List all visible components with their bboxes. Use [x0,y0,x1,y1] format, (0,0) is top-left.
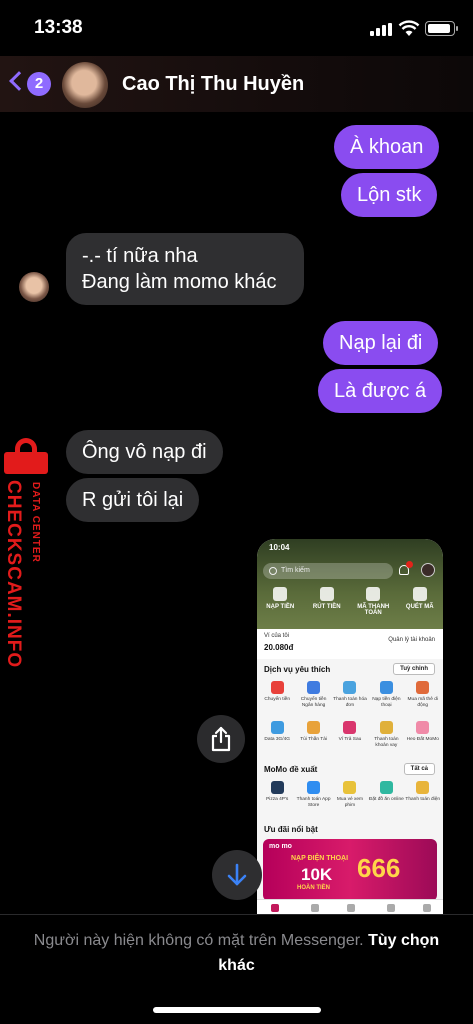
fav-grid-row: Data 3G/4G Túi Thần Tài Ví Trả Sau Thanh… [259,721,441,749]
message-incoming[interactable]: R gửi tôi lại [66,478,200,522]
transfer-icon [270,681,284,694]
image-status-time: 10:04 [269,543,290,552]
promo-banner: mo mo NẠP ĐIỆN THOẠI 10K HOÀN TIỀN 666 [263,839,437,901]
fav-button: Tuỳ chỉnh [393,663,435,675]
phone-topup-icon [379,681,393,694]
card-icon [416,681,430,694]
suggest-title: MoMo đề xuất [264,765,318,774]
chevron-left-icon [9,71,29,91]
fav-title: Dịch vụ yêu thích [264,665,331,674]
electric-icon [416,781,430,794]
paylater-icon [343,721,357,734]
contact-name[interactable]: Cao Thị Thu Huyền [122,73,304,96]
unavailable-notice: Người này hiện không có mặt trên Messeng… [20,928,453,978]
image-action: RÚT TIỀN [304,587,351,616]
chat-header: 2 Cao Thị Thu Huyền [0,56,473,112]
bank-icon [307,681,321,694]
image-search-bar: Tìm kiếm [263,563,393,579]
bill-icon [343,681,357,694]
account-manage: Quản lý tài khoản [388,637,435,643]
notification-dot [406,561,413,568]
image-profile-icon [421,563,435,577]
notice-text: Người này hiện không có mặt trên Messeng… [33,932,364,949]
message-outgoing[interactable]: Nạp lại đi [323,321,439,365]
suggest-button: Tất cả [403,763,435,775]
status-bar: 13:38 [0,0,473,56]
signal-icon [370,23,392,36]
status-time: 13:38 [34,17,83,38]
movie-icon [343,781,357,794]
watermark-subtitle: DATA CENTER [30,482,41,563]
message-incoming[interactable]: Ông vô nạp đi [66,430,223,474]
lock-icon [4,438,48,474]
message-outgoing[interactable]: Là được á [318,369,443,413]
message-outgoing[interactable]: Lộn stk [341,173,438,217]
message-line: -.- tí nữa nha [82,245,198,267]
message-outgoing[interactable]: À khoan [334,125,440,169]
watermark-title: CHECKSCAM.INFO [3,480,24,669]
image-tab-bar [257,899,443,915]
sender-avatar [19,272,49,302]
top-up-icon [273,587,288,601]
battery-icon [425,21,458,36]
image-action-row: NẠP TIỀN RÚT TIỀN MÃ THANH TOÁN QUÉT MÃ [257,587,443,616]
wallet-balance: 20.080đ [264,643,294,652]
piggy-icon [416,721,430,734]
appstore-icon [307,781,321,794]
arrow-down-icon [227,863,247,886]
contact-avatar[interactable] [62,62,108,108]
scroll-to-bottom-button[interactable] [212,850,262,900]
pizza-icon [270,781,284,794]
loan-icon [379,721,393,734]
image-action: QUÉT MÃ [397,587,444,616]
message-line: Đang làm momo khác [82,271,277,293]
data-icon [270,721,284,734]
fav-grid-row: Chuyển tiền Chuyển tiền Ngân hàng Thanh … [259,681,441,709]
food-icon [379,781,393,794]
share-icon [211,726,231,752]
payment-code-icon [366,587,381,601]
message-incoming[interactable]: -.- tí nữa nha Đang làm momo khác [66,233,304,305]
watermark: CHECKSCAM.INFO DATA CENTER [0,438,60,668]
share-button[interactable] [197,715,245,763]
image-action: NẠP TIỀN [257,587,304,616]
home-indicator[interactable] [153,1007,321,1013]
wifi-icon [398,20,420,36]
unread-count-badge: 2 [27,72,51,96]
scan-icon [412,587,427,601]
image-action: MÃ THANH TOÁN [350,587,397,616]
wallet-label: Ví của tôi [264,633,290,639]
pocket-icon [307,721,321,734]
divider [0,914,473,915]
suggest-grid-row: Pizza 4P's Thanh toán App Store Mua vé x… [259,781,441,809]
back-button[interactable]: 2 [9,70,54,98]
shared-image[interactable]: 10:04 Tìm kiếm NẠP TIỀN RÚT TIỀN MÃ THAN… [257,539,443,915]
image-wallet-card: Ví của tôi 20.080đ Quản lý tài khoản [257,629,443,659]
withdraw-icon [319,587,334,601]
deals-title: Ưu đãi nổi bật [264,825,318,834]
